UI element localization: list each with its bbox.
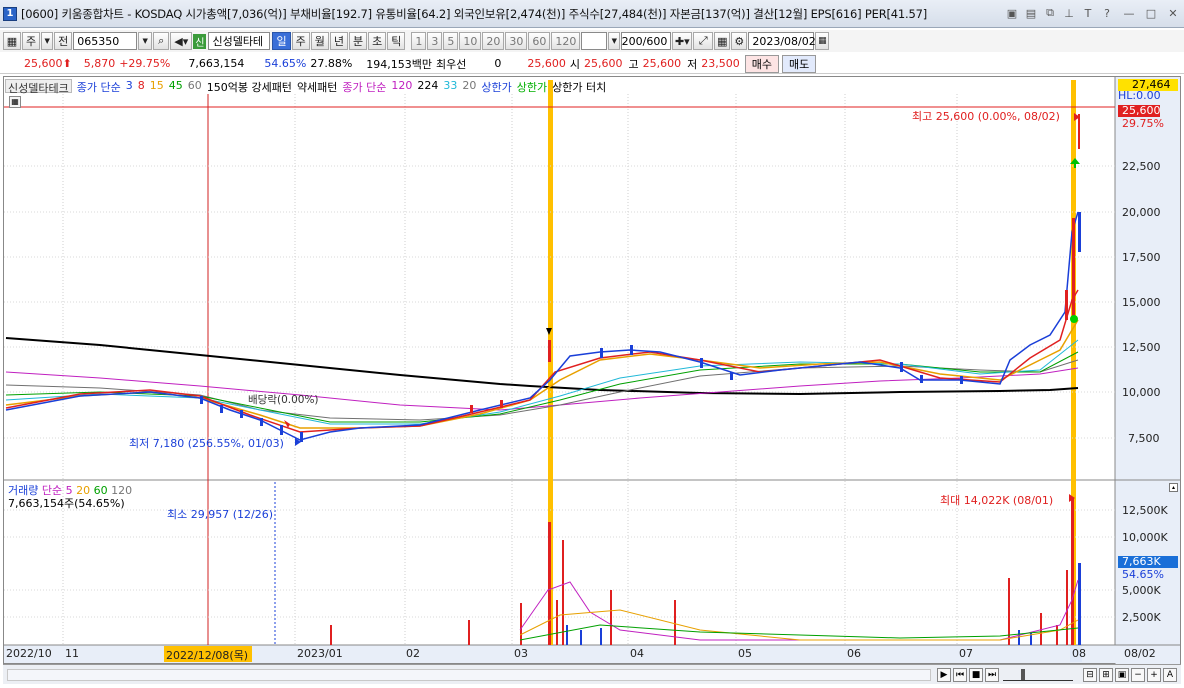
legend-ma-45[interactable]: 45 [169, 79, 183, 93]
volume-tick: 2,500K [1122, 611, 1161, 624]
chart-canvas[interactable] [0, 0, 1184, 688]
scroll-track[interactable] [7, 668, 931, 681]
price-tick: 17,500 [1122, 251, 1161, 264]
legend-ma-3[interactable]: 3 [126, 79, 133, 93]
volume-pct: 54.65% [1122, 568, 1164, 581]
volume-bars [330, 498, 1074, 645]
legend-ma-60[interactable]: 60 [188, 79, 202, 93]
zoom-slider[interactable] [1003, 668, 1073, 681]
date-tick: 06 [847, 647, 861, 660]
plus-icon[interactable]: + [1147, 667, 1161, 682]
limit-touch-marker [1070, 315, 1078, 323]
chart-scrollbar[interactable]: ▶ ⏮ ■ ⏭ ⊟ ⊞ ▣ − + A [3, 664, 1181, 684]
date-tick-end: 08/02 [1124, 647, 1156, 660]
legend-ma-224[interactable]: 224 [417, 79, 438, 93]
ma3-line [5, 211, 1079, 441]
minus-icon[interactable]: − [1131, 667, 1145, 682]
legend-ma-20[interactable]: 20 [462, 79, 476, 93]
volume-max-annotation: 최대 14,022K (08/01) [940, 494, 1054, 507]
date-tick: 02 [406, 647, 420, 660]
scroll-next-icon[interactable]: ⏭ [985, 667, 999, 682]
volume-current-box: 7,663K [1122, 555, 1161, 568]
text-size-icon[interactable]: A [1163, 667, 1177, 682]
ma8-line [5, 289, 1079, 433]
legend-ma-120[interactable]: 120 [391, 79, 412, 93]
lock-icon[interactable]: ⊟ [1083, 667, 1097, 682]
volume-current: 7,663,154주(54.65%) [8, 497, 125, 510]
zoom-fit-icon[interactable]: ⊞ [1099, 667, 1113, 682]
candles-up [470, 114, 1080, 413]
low-annotation: 최저 7,180 (256.55%, 01/03) [129, 437, 284, 450]
scroll-right-icon[interactable]: ▶ [937, 667, 951, 682]
legend-stock-name[interactable]: 신성델타테크 [5, 79, 72, 95]
legend-limit-up[interactable]: 상한가 [481, 79, 511, 94]
date-tick: 2022/10 [6, 647, 52, 660]
date-tick: 2023/01 [297, 647, 343, 660]
vol-ma60-line [519, 624, 1079, 641]
date-tick: 05 [738, 647, 752, 660]
date-tick: 04 [630, 647, 644, 660]
legend-ma-label[interactable]: 종가 단순 [77, 79, 121, 94]
chart-legend: 신성델타테크 종가 단순 3 8 15 45 60 150억봉 강세패턴 약세패… [5, 79, 606, 95]
price-tick: 10,000 [1122, 386, 1161, 399]
date-tick: 07 [959, 647, 973, 660]
legend-ma-15[interactable]: 15 [150, 79, 164, 93]
zoom-slider-thumb[interactable] [1021, 668, 1025, 680]
price-tick: 7,500 [1128, 432, 1160, 445]
chart-options-icon[interactable]: ▦ [9, 96, 21, 108]
legend-pattern-bear[interactable]: 약세패턴 [297, 79, 337, 94]
price-tick: 15,000 [1122, 296, 1161, 309]
axis-hl-value: HL:0.00 [1118, 89, 1161, 102]
dividend-annotation: 배당락(0.00%) [248, 394, 319, 406]
legend-limit-touch[interactable]: 상한가 터치 [552, 79, 606, 94]
axis-current-price: 25,600 [1122, 104, 1161, 117]
candles-down [200, 212, 1081, 442]
date-tick-selected: 2022/12/08(목) [166, 649, 249, 662]
legend-ma2-label[interactable]: 종가 단순 [342, 79, 386, 94]
volume-pane-toggle-icon[interactable]: ▴ [1169, 483, 1178, 492]
price-tick: 12,500 [1122, 341, 1161, 354]
date-tick: 03 [514, 647, 528, 660]
stop-icon[interactable]: ■ [969, 667, 983, 682]
date-tick: 08 [1072, 647, 1086, 660]
volume-tick: 5,000K [1122, 584, 1161, 597]
price-tick: 20,000 [1122, 206, 1161, 219]
vol-ma5-line [519, 579, 1079, 641]
layout-toggle-icon[interactable]: ▣ [1115, 667, 1129, 682]
ma15-line [5, 319, 1079, 429]
high-annotation: 최고 25,600 (0.00%, 08/02) [912, 110, 1060, 123]
volume-tick: 10,000K [1122, 531, 1168, 544]
legend-pattern-bull[interactable]: 150억봉 강세패턴 [207, 79, 292, 94]
price-tick: 22,500 [1122, 160, 1161, 173]
date-tick: 11 [65, 647, 79, 660]
volume-tick: 12,500K [1122, 504, 1168, 517]
volume-min-annotation: 최소 29,957 (12/26) [167, 508, 274, 521]
legend-ma-8[interactable]: 8 [138, 79, 145, 93]
scroll-prev-icon[interactable]: ⏮ [953, 667, 967, 682]
legend-ma-33[interactable]: 33 [443, 79, 457, 93]
legend-limit-up-2[interactable]: 상한가 [517, 79, 547, 94]
axis-change-pct: 29.75% [1122, 117, 1164, 130]
